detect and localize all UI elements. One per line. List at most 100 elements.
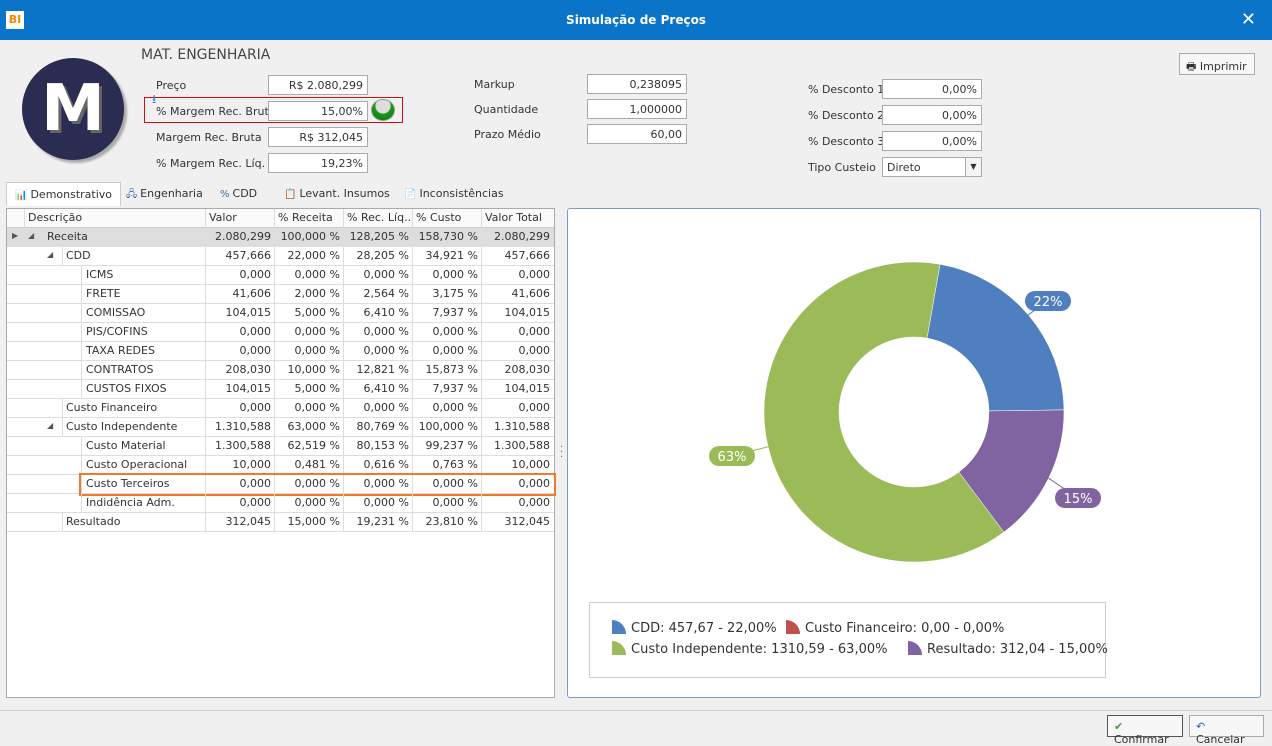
status-light-icon (371, 99, 395, 121)
row-value: 1.300,588 (205, 437, 274, 456)
row-value: 28,205 % (343, 247, 412, 266)
row-value: 63,000 % (274, 418, 343, 437)
row-value: 2.080,299 (481, 228, 553, 247)
field-input[interactable]: R$ 312,045 (268, 127, 368, 147)
row-description: PIS/COFINS (81, 323, 205, 342)
tab-engenharia[interactable]: 🖧 Engenharia (118, 182, 211, 206)
row-description: FRETE (81, 285, 205, 304)
tipo-custeio-select[interactable]: Direto (882, 157, 966, 177)
cancel-button[interactable]: ↶ Cancelar (1189, 715, 1264, 746)
row-value: 2,564 % (343, 285, 412, 304)
row-value: 312,045 (205, 513, 274, 532)
column-header[interactable]: % Custo (412, 209, 481, 228)
row-value: 6,410 % (343, 380, 412, 399)
expand-icon[interactable]: ◢ (47, 421, 53, 430)
splitter-handle[interactable]: · · · (560, 443, 563, 463)
row-value: 0,000 (481, 399, 553, 418)
field-input[interactable]: R$ 2.080,299 (268, 75, 368, 95)
table-row[interactable]: TAXA REDES 0,000 0,000 % 0,000 % 0,000 % 0,00… (7, 342, 554, 361)
row-value: 0,000 % (343, 323, 412, 342)
expand-icon[interactable]: ◢ (47, 250, 53, 259)
field-input[interactable]: 0,00% (882, 105, 982, 125)
tab-inconsist-ncias[interactable]: 📄 Inconsistências (396, 182, 512, 206)
table-row[interactable]: PIS/COFINS 0,000 0,000 % 0,000 % 0,000 % 0,00… (7, 323, 554, 342)
tab-demonstrativo[interactable]: 📊 Demonstrativo (6, 182, 122, 206)
field-label: % Desconto 3 (808, 135, 885, 148)
tab-icon: 📊 (15, 190, 28, 201)
confirm-button[interactable]: ✔ Confirmar (1107, 715, 1183, 746)
field-input[interactable]: 0,00% (882, 79, 982, 99)
table-row[interactable]: FRETE 41,606 2,000 % 2,564 % 3,175 % 41,606 (7, 285, 554, 304)
table-row[interactable]: CONTRATOS 208,030 10,000 % 12,821 % 15,873 %… (7, 361, 554, 380)
row-value: 10,000 % (274, 361, 343, 380)
chart-legend: CDD: 457,67 - 22,00% Custo Financeiro: 0,… (589, 602, 1108, 678)
row-value: 0,000 % (274, 266, 343, 285)
table-row[interactable]: Custo Terceiros 0,000 0,000 % 0,000 % 0,000 … (7, 473, 556, 496)
column-header[interactable]: Valor (205, 209, 274, 228)
field-label: % Desconto 2 (808, 109, 885, 122)
tab-icon: 📋 (284, 189, 297, 200)
table-row[interactable]: CUSTOS FIXOS 104,015 5,000 % 6,410 % 7,937 %… (7, 380, 554, 399)
expand-icon[interactable]: ◢ (28, 231, 34, 240)
table-row[interactable]: Custo Financeiro 0,000 0,000 % 0,000 % 0,000… (7, 399, 554, 418)
legend-item: Custo Financeiro: 0,00 - 0,00% (786, 620, 1004, 636)
field-input[interactable]: 0,238095 (587, 74, 687, 94)
data-label: 22% (1034, 295, 1063, 310)
row-value: 0,000 (481, 266, 553, 285)
chevron-down-icon[interactable]: ▼ (965, 157, 982, 177)
column-header[interactable]: % Receita (274, 209, 343, 228)
tab-levant-insumos[interactable]: 📋 Levant. Insumos (276, 182, 398, 206)
grid-header: Descrição Valor% Receita% Rec. Líq...% Cu… (7, 209, 554, 228)
field-input[interactable]: 19,23% (268, 153, 368, 173)
row-value: 0,000 % (412, 494, 481, 513)
row-value: 0,000 % (274, 342, 343, 361)
column-header[interactable]: Valor Total (481, 209, 553, 228)
field-label: Tipo Custeio (808, 161, 876, 174)
table-row[interactable]: ◢ CDD 457,666 22,000 % 28,205 % 34,921 % 457,6… (7, 247, 554, 266)
slice-cdd[interactable] (926, 263, 1065, 412)
close-icon[interactable]: ✕ (1241, 9, 1256, 30)
data-label: 63% (718, 450, 747, 465)
print-button[interactable]: 🖶 Imprimir (1179, 53, 1255, 75)
table-row[interactable]: Custo Material 1.300,588 62,519 % 80,153 % 9… (7, 437, 554, 456)
row-value: 0,000 (205, 342, 274, 361)
row-value: 100,000 % (274, 228, 343, 247)
row-value: 457,666 (205, 247, 274, 266)
row-value: 62,519 % (274, 437, 343, 456)
row-value: 0,000 (481, 494, 553, 513)
legend-item: Custo Independente: 1310,59 - 63,00% (612, 641, 887, 657)
table-row[interactable]: Indidência Adm. 0,000 0,000 % 0,000 % 0,000 … (7, 494, 554, 513)
table-row[interactable]: COMISSAO 104,015 5,000 % 6,410 % 7,937 % 104,… (7, 304, 554, 323)
arrow-down-icon: ⭳ (152, 92, 157, 106)
table-row[interactable]: ICMS 0,000 0,000 % 0,000 % 0,000 % 0,000 (7, 266, 554, 285)
row-value: 0,000 % (343, 266, 412, 285)
highlight-box (79, 473, 556, 496)
table-row[interactable]: ▶ ◢ Receita 2.080,299 100,000 % 128,205 % 158,… (7, 228, 554, 247)
tab-icon: 📄 (404, 189, 417, 200)
table-row[interactable]: Resultado 312,045 15,000 % 19,231 % 23,810 %… (7, 513, 554, 532)
table-row[interactable]: ◢ Custo Independente 1.310,588 63,000 % 80,7… (7, 418, 554, 437)
demonstrativo-grid[interactable]: Descrição Valor% Receita% Rec. Líq...% Cu… (6, 208, 556, 698)
title-bar: BI Simulação de Preços ✕ (0, 0, 1272, 40)
column-header[interactable]: % Rec. Líq... (343, 209, 412, 228)
field-label: % Desconto 1 (808, 83, 885, 96)
legend-swatch (908, 641, 922, 655)
tab-cdd[interactable]: % CDD (212, 182, 265, 206)
row-value: 41,606 (481, 285, 553, 304)
row-value: 158,730 % (412, 228, 481, 247)
tab-icon: 🖧 (126, 189, 138, 200)
field-label: Preço (156, 79, 187, 92)
tab-icon: % (220, 189, 230, 200)
column-header[interactable]: Descrição (24, 209, 205, 228)
row-value: 457,666 (481, 247, 553, 266)
field-input[interactable]: 0,00% (882, 131, 982, 151)
row-value: 0,000 (205, 323, 274, 342)
field-input[interactable]: 1,000000 (587, 99, 687, 119)
row-value: 0,000 % (412, 266, 481, 285)
field-label: % Margem Rec. Líq. (156, 157, 266, 170)
data-label: 15% (1064, 492, 1093, 507)
field-input[interactable]: 60,00 (587, 124, 687, 144)
row-value: 0,000 % (412, 323, 481, 342)
row-value: 1.310,588 (481, 418, 553, 437)
row-value: 0,000 % (343, 342, 412, 361)
